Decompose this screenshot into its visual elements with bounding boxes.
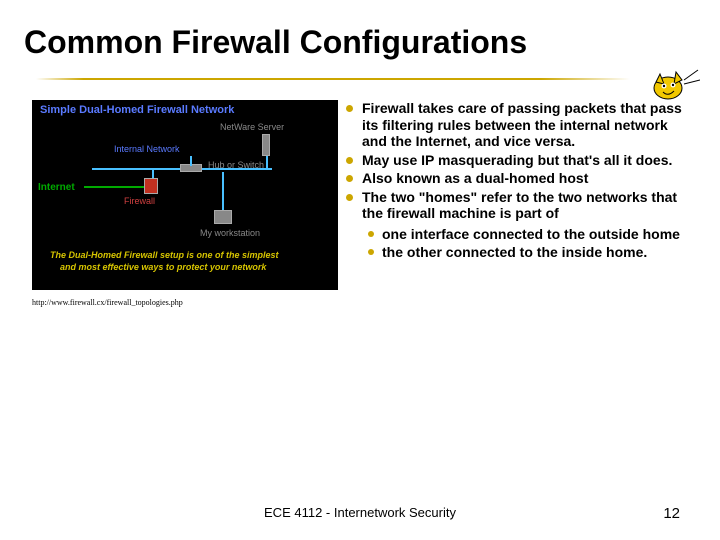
network-diagram: Simple Dual-Homed Firewall Network NetWa… — [32, 100, 338, 290]
diagram-label: Internet — [38, 182, 75, 193]
diagram-title: Simple Dual-Homed Firewall Network — [40, 104, 234, 116]
bullet-content: Firewall takes care of passing packets t… — [346, 100, 690, 263]
diagram-caption: and most effective ways to protect your … — [60, 262, 266, 272]
diagram-line — [190, 156, 192, 166]
firewall-icon — [144, 178, 158, 194]
diagram-label: Firewall — [124, 196, 155, 206]
footer-text: ECE 4112 - Internetwork Security — [0, 505, 720, 520]
list-item: The two "homes" refer to the two network… — [346, 189, 690, 222]
list-item: Firewall takes care of passing packets t… — [346, 100, 690, 150]
diagram-line — [222, 172, 224, 212]
title-underline — [36, 78, 630, 80]
server-icon — [262, 134, 270, 156]
list-item: the other connected to the inside home. — [368, 244, 690, 261]
slide-title: Common Firewall Configurations — [24, 24, 527, 61]
citation-text: http://www.firewall.cx/firewall_topologi… — [32, 298, 183, 307]
list-item: one interface connected to the outside h… — [368, 226, 690, 243]
diagram-line — [84, 186, 144, 188]
list-item: Also known as a dual-homed host — [346, 170, 690, 187]
diagram-label: My workstation — [200, 228, 260, 238]
list-item: May use IP masquerading but that's all i… — [346, 152, 690, 169]
diagram-caption: The Dual-Homed Firewall setup is one of … — [50, 250, 279, 260]
workstation-icon — [214, 210, 232, 224]
diagram-label: Internal Network — [114, 144, 180, 154]
diagram-label: NetWare Server — [220, 122, 284, 132]
diagram-line — [266, 156, 268, 168]
page-number: 12 — [663, 505, 680, 522]
